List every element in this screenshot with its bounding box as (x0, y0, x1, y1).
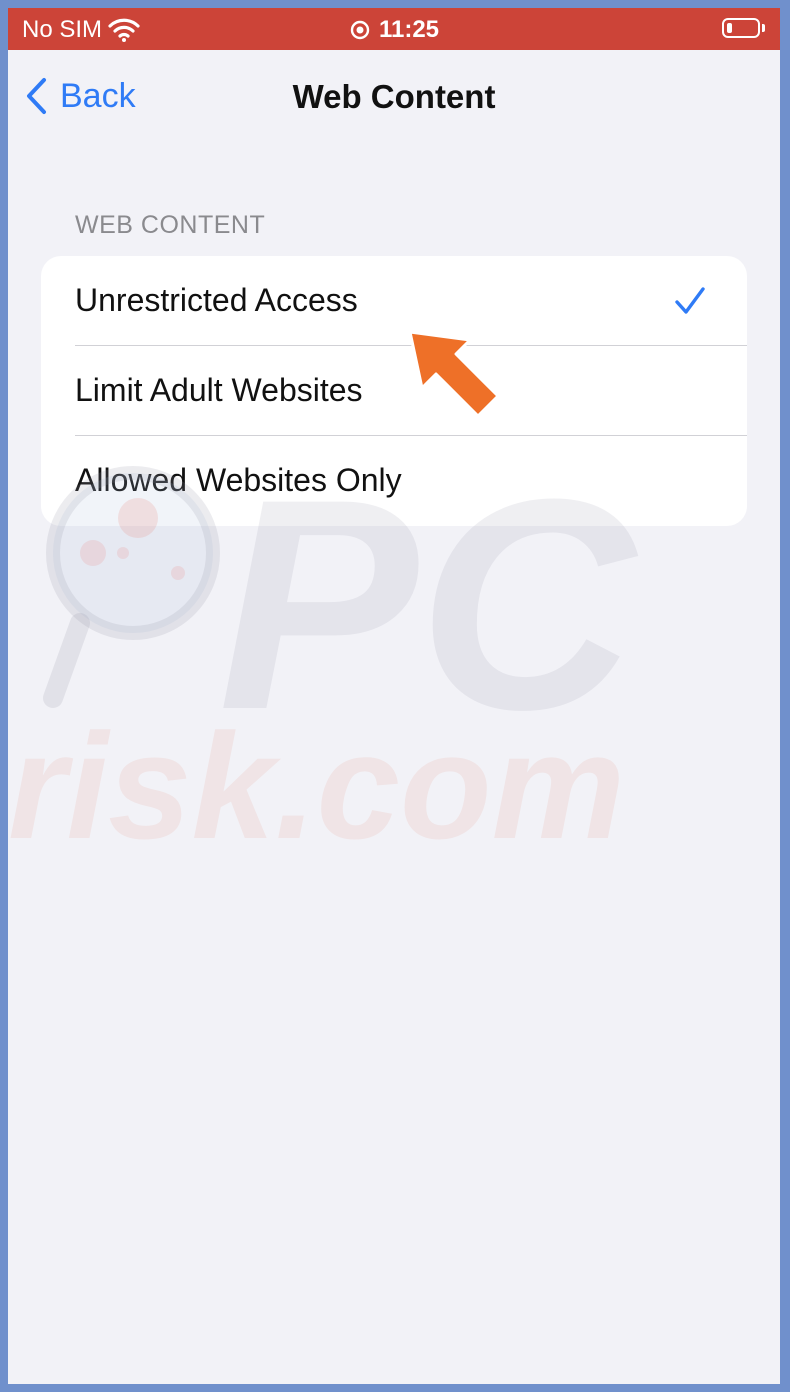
battery-tip (762, 24, 765, 32)
checkmark-icon (675, 287, 705, 314)
option-limit-adult-websites[interactable]: Limit Adult Websites (41, 346, 747, 436)
section-header: WEB CONTENT (75, 211, 266, 239)
location-icon (350, 20, 370, 40)
watermark-risk: risk.com (8, 702, 625, 870)
option-allowed-websites-only[interactable]: Allowed Websites Only (41, 436, 747, 526)
battery-body (722, 18, 760, 38)
page-title: Web Content (292, 78, 496, 115)
magnifier-handle (43, 613, 90, 708)
status-time: 11:25 (378, 16, 440, 43)
option-label: Unrestricted Access (75, 282, 358, 318)
option-label: Limit Adult Websites (75, 372, 363, 408)
status-bar: No SIM 11:25 (8, 8, 780, 50)
arrow-icon (408, 330, 500, 418)
battery-fill (727, 23, 732, 33)
battery-icon (722, 18, 768, 40)
nav-bar: Back Web Content (8, 50, 780, 146)
option-label: Allowed Websites Only (75, 462, 402, 498)
option-unrestricted-access[interactable]: Unrestricted Access (41, 256, 747, 346)
screen: No SIM 11:25 Back Web Content WEB CONTEN… (8, 8, 780, 1384)
web-content-options: Unrestricted Access Limit Adult Websites… (41, 256, 747, 526)
status-center: 11:25 (8, 16, 780, 44)
